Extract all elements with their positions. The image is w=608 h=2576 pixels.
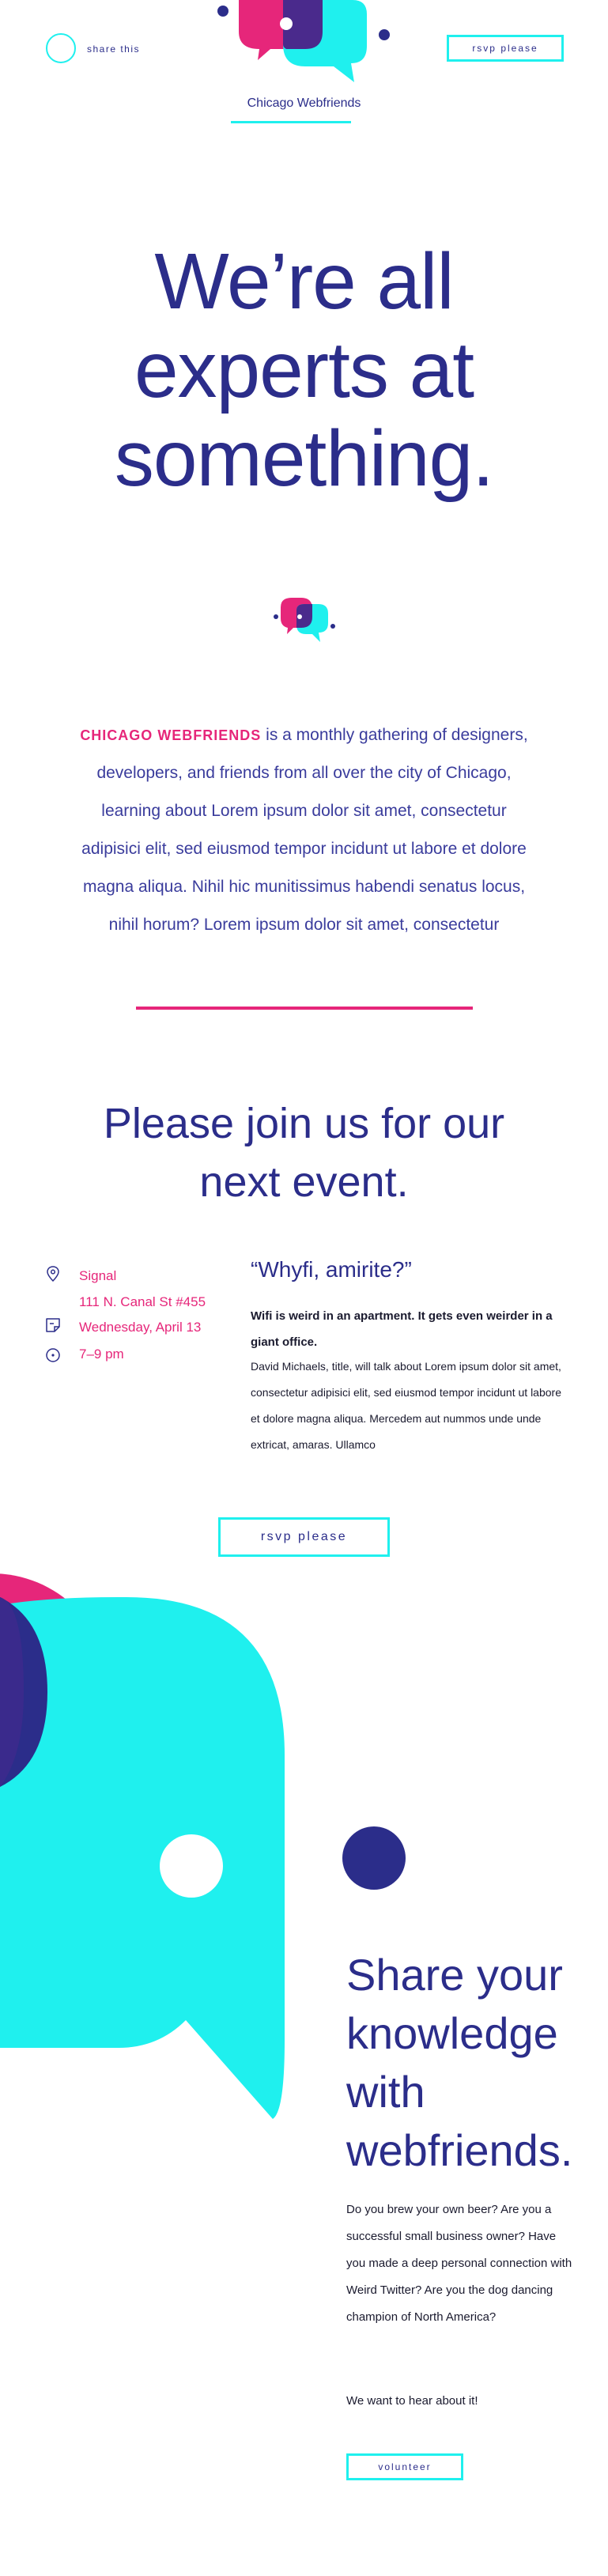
- clock-icon: [46, 1348, 60, 1362]
- intro-line: magna aliqua. Nihil hic munitissimus hab…: [82, 878, 526, 896]
- hero-line: something.: [114, 414, 494, 503]
- hero-headline: We’re all experts at something.: [0, 237, 608, 503]
- intro-paragraph: CHICAGO WEBFRIENDS is a monthly gatherin…: [41, 716, 567, 944]
- share-heading-line: knowledge: [346, 2008, 558, 2058]
- section-divider: [136, 1007, 473, 1010]
- event-venue[interactable]: Signal: [79, 1268, 116, 1284]
- share-link[interactable]: share this: [87, 43, 140, 55]
- intro-line: is a monthly gathering of designers,: [261, 726, 528, 744]
- intro-highlight: CHICAGO WEBFRIENDS: [80, 727, 262, 743]
- talk-description: David Michaels, title, will talk about L…: [251, 1360, 561, 1451]
- chat-bubbles-logo: [217, 0, 390, 82]
- intro-line: adipisici elit, sed eiusmod tempor incid…: [81, 840, 527, 858]
- rsvp-button[interactable]: rsvp please: [218, 1517, 390, 1557]
- share-circle-icon[interactable]: [46, 33, 76, 63]
- location-pin-icon: [47, 1266, 59, 1282]
- hero-line: We’re all: [154, 237, 454, 326]
- brand-underline: [231, 121, 351, 123]
- talk-title: “Whyfi, amirite?”: [251, 1257, 412, 1282]
- intro-line: developers, and friends from all over th…: [96, 764, 512, 782]
- share-heading-line: webfriends.: [346, 2125, 573, 2175]
- share-cta-text: We want to hear about it!: [346, 2394, 478, 2408]
- share-heading-line: Share your: [346, 1950, 563, 2000]
- small-chat-bubbles-icon: [274, 598, 335, 642]
- share-paragraph: Do you brew your own beer? Are you a suc…: [346, 2203, 572, 2324]
- hero-line: experts at: [134, 326, 474, 414]
- intro-line: nihil horum? Lorem ipsum dolor sit amet,…: [108, 916, 500, 934]
- share-heading: Share your knowledge with webfriends.: [346, 1946, 599, 2180]
- event-address[interactable]: 111 N. Canal St #455: [79, 1294, 206, 1310]
- volunteer-button[interactable]: volunteer: [346, 2453, 463, 2480]
- event-heading: Please join us for our next event.: [0, 1094, 608, 1211]
- talk-subtitle: Wifi is weird in an apartment. It gets e…: [251, 1309, 553, 1349]
- calendar-icon: [46, 1318, 60, 1332]
- rsvp-button-top[interactable]: rsvp please: [447, 35, 564, 62]
- brand-title[interactable]: Chicago Webfriends: [0, 96, 608, 111]
- event-heading-line: next event.: [199, 1158, 409, 1206]
- event-date: Wednesday, April 13: [79, 1320, 202, 1335]
- event-time: 7–9 pm: [79, 1347, 124, 1362]
- share-heading-line: with: [346, 2067, 425, 2117]
- intro-line: learning about Lorem ipsum dolor sit ame…: [101, 802, 507, 820]
- event-heading-line: Please join us for our: [103, 1100, 505, 1147]
